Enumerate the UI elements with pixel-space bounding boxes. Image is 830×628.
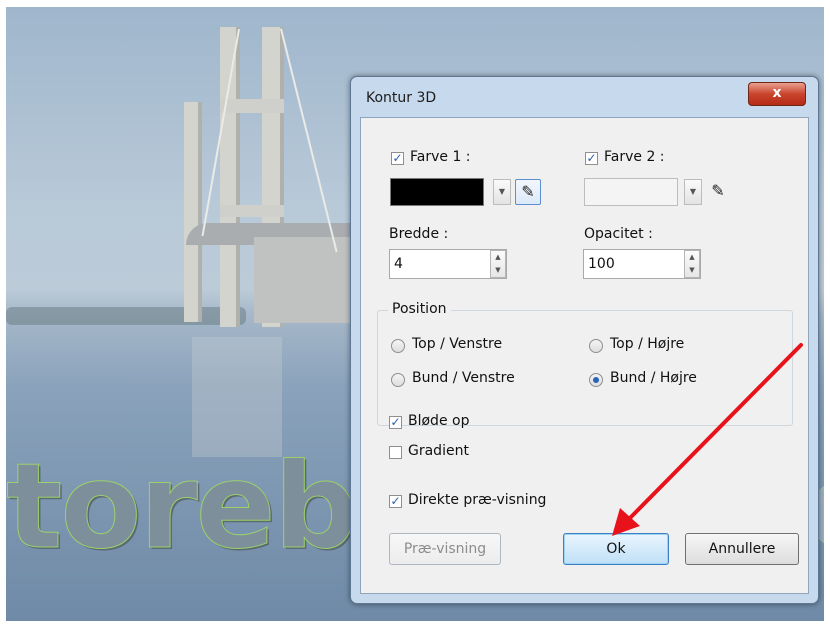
radio-bottom-left[interactable] <box>391 373 405 387</box>
soften-label: Bløde op <box>408 413 470 429</box>
color2-swatch[interactable] <box>584 178 678 206</box>
width-spinner[interactable]: ▲ ▼ <box>490 250 506 278</box>
color1-label: Farve 1 : <box>410 149 471 165</box>
radio-top-right[interactable] <box>589 339 603 353</box>
gradient-label: Gradient <box>408 443 469 459</box>
width-label: Bredde : <box>389 226 449 242</box>
bridge-tower-front-leg <box>184 102 202 322</box>
color2-checkbox[interactable]: ✓ <box>585 152 598 165</box>
dialog-content: ✓ Farve 1 : ▼ ✎ ✓ Farve 2 : ▼ ✎ Bredde :… <box>360 117 809 594</box>
opacity-spinner[interactable]: ▲ ▼ <box>684 250 700 278</box>
color2-dropdown-arrow[interactable]: ▼ <box>684 179 702 205</box>
kontur-3d-dialog: Kontur 3D x ✓ Farve 1 : ▼ ✎ ✓ Farve 2 : … <box>350 76 819 604</box>
color2-eyedropper-icon[interactable]: ✎ <box>705 179 731 205</box>
radio-top-left-label: Top / Venstre <box>412 336 503 352</box>
opacity-label: Opacitet : <box>584 226 653 242</box>
radio-top-left[interactable] <box>391 339 405 353</box>
bridge-tower-crossbeam-lower <box>220 205 284 217</box>
color1-swatch[interactable] <box>390 178 484 206</box>
bridge-cable <box>280 28 338 253</box>
position-group: Position Top / Venstre Top / Højre Bund … <box>377 301 793 426</box>
shoreline <box>6 307 246 325</box>
live-preview-label: Direkte præ-visning <box>408 492 547 508</box>
radio-top-right-label: Top / Højre <box>610 336 685 352</box>
radio-bottom-left-label: Bund / Venstre <box>412 370 515 386</box>
color2-label: Farve 2 : <box>604 149 665 165</box>
bridge-tower-crossbeam <box>220 99 284 113</box>
position-group-title: Position <box>388 301 451 317</box>
cancel-button[interactable]: Annullere <box>685 533 799 565</box>
soften-checkbox[interactable]: ✓ <box>389 416 402 429</box>
color1-eyedropper-icon[interactable]: ✎ <box>515 179 541 205</box>
radio-bottom-right-label: Bund / Højre <box>610 370 697 386</box>
color1-dropdown-arrow[interactable]: ▼ <box>493 179 511 205</box>
color1-checkbox[interactable]: ✓ <box>391 152 404 165</box>
bridge-pier <box>254 237 356 323</box>
live-preview-checkbox[interactable]: ✓ <box>389 495 402 508</box>
ok-button[interactable]: Ok <box>563 533 669 565</box>
close-button[interactable]: x <box>748 82 806 106</box>
radio-bottom-right[interactable] <box>589 373 603 387</box>
gradient-checkbox[interactable] <box>389 446 402 459</box>
dialog-title: Kontur 3D <box>366 90 437 106</box>
preview-button[interactable]: Præ-visning <box>389 533 501 565</box>
